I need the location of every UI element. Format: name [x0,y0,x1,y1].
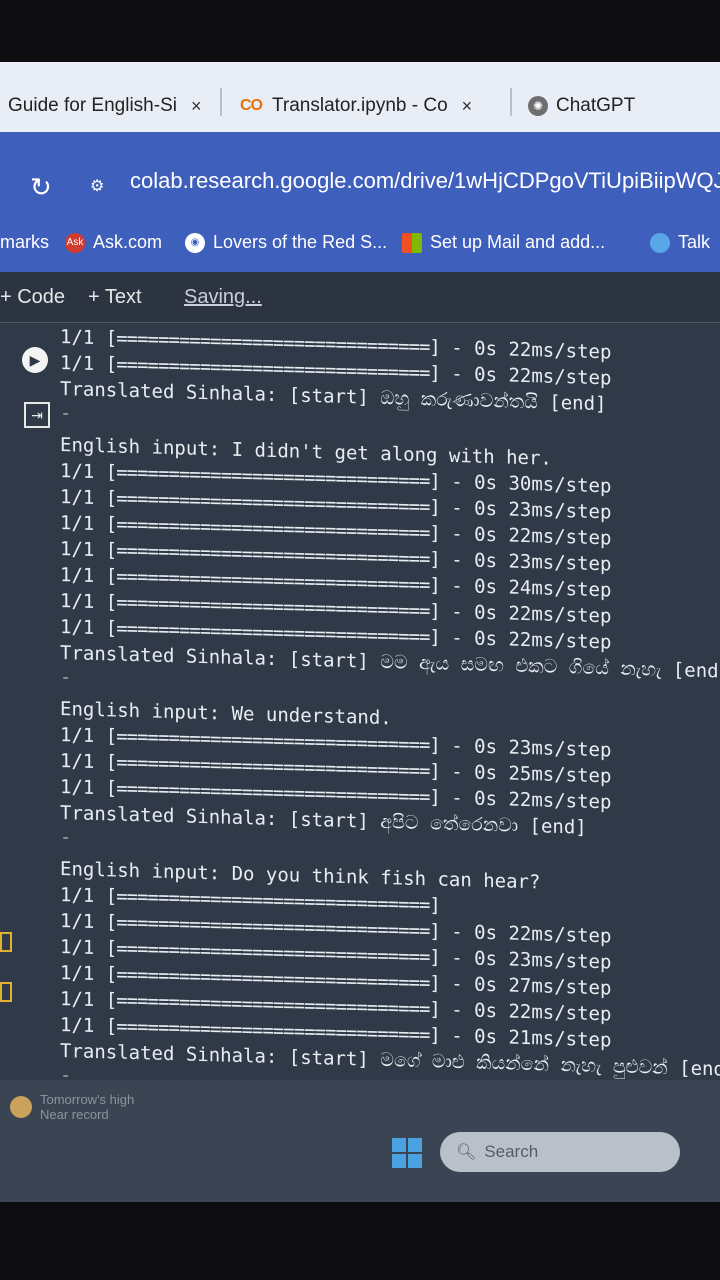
step-timing: - 0s 22ms/step [451,362,612,390]
bookmark-mail[interactable]: Set up Mail and add... [402,232,605,253]
step-prefix: 1/1 [60,1014,95,1037]
step-prefix: 1/1 [60,724,95,747]
step-timing: - 0s 30ms/step [451,470,612,498]
talk-logo-icon [650,232,670,253]
bookmarks-bar: marks Ask Ask.com ◉ Lovers of the Red S.… [0,222,720,272]
output-block: English input: Do you think fish can hea… [60,856,720,1104]
tab-chatgpt-label: ChatGPT [556,95,636,116]
bookmark-lovers[interactable]: ◉ Lovers of the Red S... [185,232,387,253]
step-prefix: 1/1 [60,910,95,933]
step-timing: - 0s 22ms/step [451,998,612,1026]
bookmark-ask[interactable]: Ask Ask.com [65,232,162,253]
weather-sun-icon [10,1096,32,1118]
run-cell-icon[interactable]: ▶ [22,347,48,373]
step-timing: - 0s 21ms/step [451,1024,612,1052]
step-prefix: 1/1 [60,616,95,639]
bookmark-talk[interactable]: Talk [650,232,710,253]
step-timing: - 0s 23ms/step [451,496,612,524]
windows-start-icon[interactable] [392,1138,422,1168]
step-prefix: 1/1 [60,326,95,349]
tab-guide-close-icon[interactable]: × [191,96,202,117]
tab-translator-label: Translator.ipynb - Co [272,95,448,116]
site-info-icon[interactable]: ⚙ [90,176,104,196]
weather-subtitle: Near record [40,1107,109,1122]
step-timing: - 0s 22ms/step [451,920,612,948]
output-block: English input: We understand. 1/1 [======… [60,696,720,866]
ask-logo-icon: Ask [65,232,85,253]
bookmark-label: Talk [678,232,711,252]
browser-tab-strip: Guide for English-Si × CO Translator.ipy… [0,62,720,132]
step-timing: - 0s 22ms/step [451,336,612,364]
step-prefix: 1/1 [60,564,95,587]
microsoft-logo-icon [402,232,422,253]
step-timing: - 0s 23ms/step [451,548,612,576]
add-text-button[interactable]: + Text [88,286,142,309]
sidebar-edge-icon[interactable] [0,932,12,952]
chatgpt-logo-icon: ✺ [528,96,548,116]
step-prefix: 1/1 [60,590,95,613]
step-timing: - 0s 27ms/step [451,972,612,1000]
tab-chatgpt[interactable]: ✺ ChatGPT [528,90,635,122]
weather-widget[interactable]: Tomorrow's high Near record [10,1092,134,1122]
step-timing: - 0s 25ms/step [451,760,612,788]
bookmark-label: Ask.com [93,232,163,252]
bookmark-label: Lovers of the Red S... [213,232,388,252]
step-prefix: 1/1 [60,486,95,509]
taskbar: Tomorrow's high Near record 🔍︎ Search [0,1080,720,1202]
step-prefix: 1/1 [60,750,95,773]
bookmark-label: marks [0,232,49,252]
step-timing: - 0s 24ms/step [451,574,612,602]
search-placeholder: Search [484,1142,539,1161]
step-timing: - 0s 22ms/step [451,522,612,550]
tab-translator[interactable]: CO Translator.ipynb - Co × [240,90,472,122]
address-bar: ↻ ⚙ colab.research.google.com/drive/1wHj… [0,132,720,222]
step-prefix: 1/1 [60,936,95,959]
reload-icon[interactable]: ↻ [30,172,52,203]
step-prefix: 1/1 [60,988,95,1011]
add-code-button[interactable]: + Code [0,286,65,309]
step-prefix: 1/1 [60,460,95,483]
tab-divider [220,88,222,116]
step-prefix: 1/1 [60,512,95,535]
save-status: Saving... [184,286,262,308]
weather-title: Tomorrow's high [40,1092,135,1107]
step-prefix: 1/1 [60,776,95,799]
step-timing: - 0s 23ms/step [451,734,612,762]
globe-icon: ◉ [185,232,205,253]
step-timing: - 0s 22ms/step [451,626,612,654]
colab-toolbar: + Code + Text Saving... [0,272,720,323]
search-icon: 🔍︎ [456,1144,477,1161]
step-timing: - 0s 23ms/step [451,946,612,974]
step-prefix: 1/1 [60,352,95,375]
bookmark-label: Set up Mail and add... [430,232,606,252]
url-field[interactable]: colab.research.google.com/drive/1wHjCDPg… [130,168,720,194]
step-prefix: 1/1 [60,962,95,985]
tab-translator-close-icon[interactable]: × [462,96,473,117]
laptop-screen: Guide for English-Si × CO Translator.ipy… [0,62,720,1202]
cell-output: 1/1 [==============================] - 0… [60,324,720,1159]
tab-guide[interactable]: Guide for English-Si × [8,90,201,122]
step-prefix: 1/1 [60,884,95,907]
output-menu-icon[interactable]: ⇥ [24,402,50,428]
colab-logo-icon: CO [240,97,263,114]
step-prefix: 1/1 [60,538,95,561]
output-block: English input: I didn't get along with h… [60,432,720,706]
tab-divider [510,88,512,116]
step-timing: - 0s 22ms/step [451,600,612,628]
tab-guide-label: Guide for English-Si [8,95,177,116]
bookmark-marks[interactable]: marks [0,232,49,253]
taskbar-search[interactable]: 🔍︎ Search [440,1132,680,1172]
output-block: 1/1 [==============================] - 0… [60,324,720,442]
sidebar-edge-icon[interactable] [0,982,12,1002]
step-timing: - 0s 22ms/step [451,786,612,814]
